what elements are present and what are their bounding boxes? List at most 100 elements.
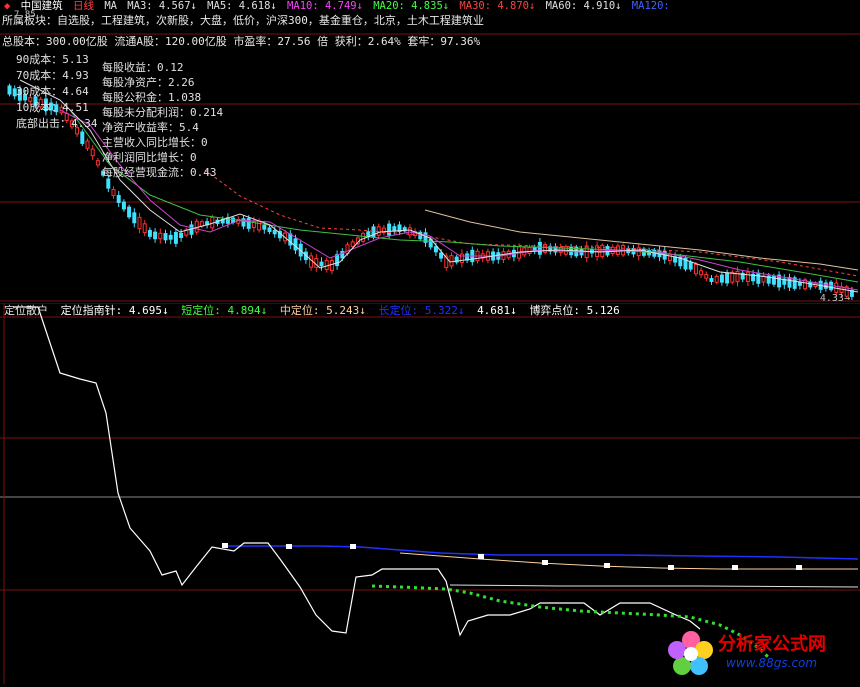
candle-body bbox=[246, 218, 251, 229]
candle-body bbox=[262, 224, 267, 230]
candle-body bbox=[756, 272, 761, 284]
candle-body bbox=[366, 231, 371, 237]
cost-10: 10成本：4.51 bbox=[16, 101, 89, 114]
fin-revenue-growth: 主营收入同比增长：0 bbox=[102, 136, 208, 149]
candle-body bbox=[153, 231, 158, 240]
candle-body bbox=[194, 220, 199, 233]
candle-body bbox=[257, 220, 262, 231]
period-label[interactable]: 日线 bbox=[73, 0, 94, 12]
extra-value: 4.681↓ bbox=[477, 304, 517, 317]
ma60-line bbox=[424, 209, 859, 271]
candle-body bbox=[173, 232, 178, 244]
candle-body bbox=[116, 195, 121, 203]
candle-body bbox=[808, 281, 813, 288]
candle-body bbox=[293, 238, 298, 251]
candle-body bbox=[127, 206, 132, 218]
ma-label: MA bbox=[104, 0, 117, 12]
candle-body bbox=[319, 261, 324, 267]
candle-body bbox=[361, 233, 366, 242]
candle-body bbox=[142, 223, 147, 234]
candle-body bbox=[272, 230, 277, 235]
ma3-value: MA3: 4.567↓ bbox=[127, 0, 197, 12]
candle-body bbox=[111, 189, 116, 196]
candle-body bbox=[787, 277, 792, 288]
sector-info: 所属板块：自选股，工程建筑，次新股，大盘，低价，沪深300，基金重仓，北京，土木… bbox=[2, 14, 484, 27]
kline-panel[interactable]: ◆ 中国建筑 日线 MA MA3: 4.567↓ MA5: 4.618↓ MA1… bbox=[0, 0, 860, 304]
indicator-name[interactable]: 定位散户 bbox=[4, 304, 48, 317]
ma10-value: MA10: 4.749↓ bbox=[287, 0, 363, 12]
fin-roe: 净资产收益率：5.4 bbox=[102, 121, 199, 134]
candle-body bbox=[168, 234, 173, 240]
candle-body bbox=[709, 277, 714, 283]
indicator-header: 定位散户 定位指南针: 4.695↓ 短定位: 4.894↓ 中定位: 5.24… bbox=[4, 305, 626, 317]
candle-body bbox=[725, 272, 730, 284]
candle-body bbox=[95, 160, 100, 166]
ma60-value: MA60: 4.910↓ bbox=[545, 0, 622, 12]
mid-position-value: 中定位: 5.243↓ bbox=[279, 304, 366, 317]
candle-body bbox=[387, 223, 392, 236]
candle-body bbox=[537, 241, 542, 255]
capital-info: 总股本：300.00亿股 流通A股：120.00亿股 市盈率：27.56 倍 获… bbox=[2, 35, 481, 48]
candle-body bbox=[147, 229, 152, 237]
candle-body bbox=[693, 263, 698, 275]
candle-body bbox=[688, 261, 693, 270]
candle-body bbox=[439, 252, 444, 259]
watermark-name: 分析家公式网 bbox=[718, 634, 826, 655]
game-point-value: 博弈点位: 5.126 bbox=[529, 304, 620, 317]
candle-body bbox=[714, 275, 719, 283]
candle-body bbox=[121, 201, 126, 210]
candle-body bbox=[106, 178, 111, 189]
candle-body bbox=[433, 246, 438, 253]
flower-logo-icon bbox=[668, 631, 713, 675]
fin-profit-growth: 净利润同比增长：0 bbox=[102, 151, 197, 164]
cost-90: 90成本：5.13 bbox=[16, 53, 89, 66]
game-point-line bbox=[449, 584, 859, 588]
ma30-value: MA30: 4.870↓ bbox=[459, 0, 536, 12]
fin-bps: 每股净资产：2.26 bbox=[102, 76, 195, 89]
cost-bottom: 底部出击：4.34 bbox=[16, 117, 98, 130]
candle-body bbox=[85, 140, 90, 149]
candle-body bbox=[704, 274, 709, 279]
watermark-logo: 分析家公式网 www.88gs.com bbox=[664, 626, 854, 680]
candle-body bbox=[179, 232, 184, 238]
candle-body bbox=[329, 260, 334, 272]
financials-list: 每股收益：0.12 每股净资产：2.26 每股公积金：1.038 每股未分配利润… bbox=[102, 60, 223, 180]
ma30-line bbox=[204, 169, 859, 277]
candle-body bbox=[459, 253, 464, 263]
candle-body bbox=[132, 212, 137, 224]
fin-reserve: 每股公积金：1.038 bbox=[102, 91, 202, 104]
candle-body bbox=[80, 131, 85, 144]
candle-body bbox=[745, 271, 750, 282]
candle-body bbox=[350, 241, 355, 247]
candle-body bbox=[324, 260, 329, 270]
ma5-value: MA5: 4.618↓ bbox=[207, 0, 277, 12]
chart-title-row: ◆ 中国建筑 日线 MA MA3: 4.567↓ MA5: 4.618↓ MA1… bbox=[4, 0, 674, 12]
candle-body bbox=[735, 270, 740, 283]
candle-body bbox=[335, 254, 340, 267]
candle-body bbox=[699, 270, 704, 276]
short-position-value: 短定位: 4.894↓ bbox=[181, 304, 268, 317]
fin-eps: 每股收益：0.12 bbox=[102, 61, 184, 74]
fin-undistributed: 每股未分配利润：0.214 bbox=[102, 106, 224, 119]
candle-body bbox=[137, 216, 142, 230]
top-price-label: 7.85 bbox=[14, 10, 36, 20]
candle-body bbox=[797, 281, 802, 286]
fin-cashflow: 每股经营现金流：0.43 bbox=[102, 166, 217, 179]
ma20-value: MA20: 4.835↓ bbox=[373, 0, 450, 12]
stock-icon: ◆ bbox=[4, 0, 11, 12]
candle-body bbox=[449, 255, 454, 267]
compass-value: 定位指南针: 4.695↓ bbox=[60, 304, 169, 317]
candle-body bbox=[7, 85, 12, 95]
candle-body bbox=[90, 148, 95, 157]
long-position-value: 长定位: 5.322↓ bbox=[378, 304, 465, 317]
candle-body bbox=[163, 233, 168, 241]
watermark-url: www.88gs.com bbox=[726, 656, 818, 670]
candle-body bbox=[667, 253, 672, 261]
candle-body bbox=[527, 246, 532, 254]
cost-list: 90成本：5.13 70成本：4.93 30成本：4.64 10成本：4.51 … bbox=[16, 52, 98, 132]
candle-body bbox=[719, 274, 724, 283]
candle-body bbox=[158, 232, 163, 240]
long-position-line bbox=[225, 545, 859, 560]
candle-body bbox=[267, 227, 272, 233]
ma120-value: MA120: bbox=[631, 0, 670, 12]
